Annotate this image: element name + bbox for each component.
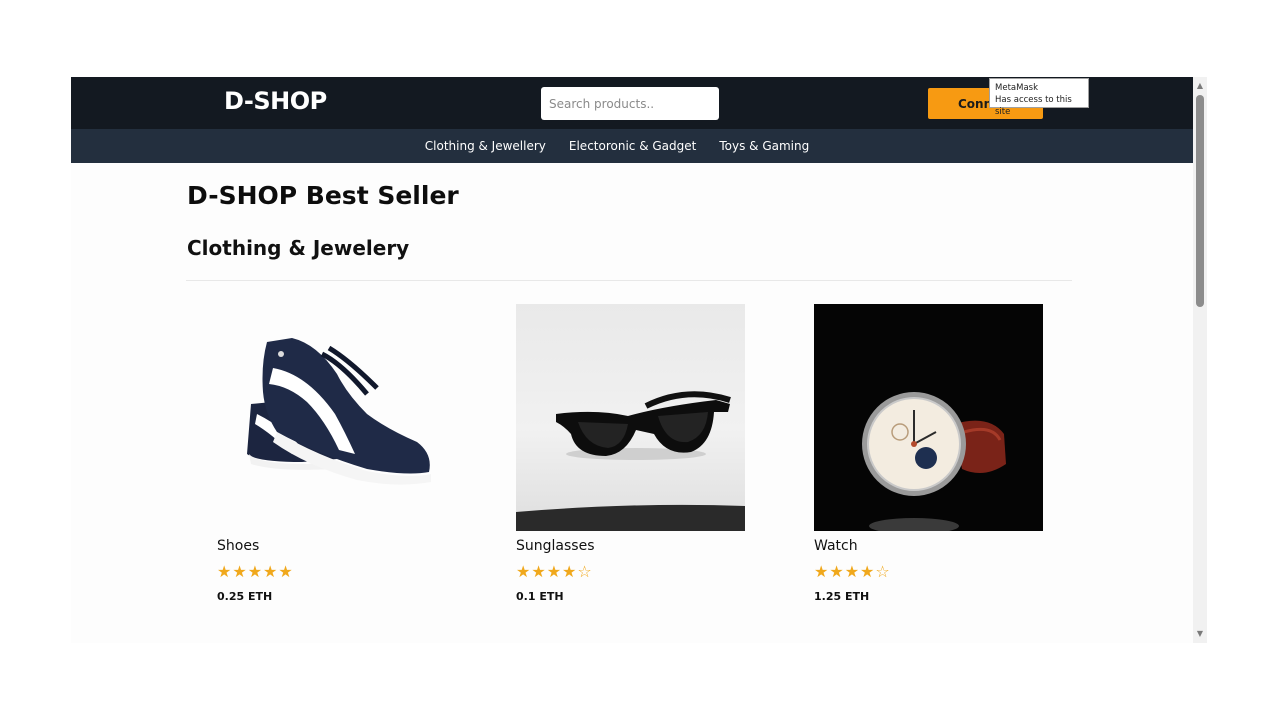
product-price: 1.25 ETH	[814, 590, 870, 603]
page-title: D-SHOP Best Seller	[187, 181, 459, 210]
product-card[interactable]: Sunglasses ★ ★ ★ ★ ☆ 0.1 ETH	[516, 304, 746, 603]
watch-photo	[862, 392, 1006, 531]
product-name[interactable]: Shoes	[217, 538, 259, 554]
tooltip-text: Has access to this site	[995, 95, 1072, 117]
nav-item-clothing-jewellery[interactable]: Clothing & Jewellery	[425, 139, 546, 153]
product-name[interactable]: Watch	[814, 538, 858, 554]
browser-viewport: D-SHOP Conn Clothing & Jewellery Elector…	[71, 77, 1207, 643]
sunglasses-photo	[516, 391, 745, 531]
product-card[interactable]: Shoes ★ ★ ★ ★ ★ 0.25 ETH	[217, 304, 447, 603]
product-price: 0.1 ETH	[516, 590, 564, 603]
scroll-down-arrow-icon[interactable]: ▼	[1193, 627, 1207, 641]
star-filled-icon: ★	[860, 562, 875, 581]
product-image[interactable]	[814, 304, 1043, 531]
product-card[interactable]: Watch ★ ★ ★ ★ ☆ 1.25 ETH	[814, 304, 1044, 603]
product-rating: ★ ★ ★ ★ ☆	[516, 564, 592, 580]
star-filled-icon: ★	[829, 562, 844, 581]
star-filled-icon: ★	[217, 562, 232, 581]
star-filled-icon: ★	[814, 562, 829, 581]
star-filled-icon: ★	[232, 562, 247, 581]
star-filled-icon: ★	[562, 562, 577, 581]
star-filled-icon: ★	[531, 562, 546, 581]
scrollbar-thumb[interactable]	[1196, 95, 1204, 307]
product-price: 0.25 ETH	[217, 590, 273, 603]
site-logo[interactable]: D-SHOP	[224, 87, 327, 115]
sneaker-photo	[247, 338, 431, 485]
product-image[interactable]	[217, 304, 446, 531]
category-nav: Clothing & Jewellery Electoronic & Gadge…	[71, 129, 1193, 163]
star-filled-icon: ★	[844, 562, 860, 581]
nav-item-toys-gaming[interactable]: Toys & Gaming	[719, 139, 809, 153]
star-filled-icon: ★	[247, 562, 263, 581]
star-empty-icon: ☆	[875, 562, 890, 581]
product-name[interactable]: Sunglasses	[516, 538, 594, 554]
section-title: Clothing & Jewelery	[187, 236, 410, 260]
metamask-tooltip: MetaMask Has access to this site	[989, 78, 1089, 117]
star-filled-icon: ★	[516, 562, 531, 581]
section-divider	[186, 280, 1072, 281]
product-rating: ★ ★ ★ ★ ☆	[814, 564, 890, 580]
product-image[interactable]	[516, 304, 745, 531]
product-rating: ★ ★ ★ ★ ★	[217, 564, 293, 580]
search-input[interactable]	[541, 87, 719, 120]
star-filled-icon: ★	[278, 562, 293, 581]
tooltip-title: MetaMask	[995, 83, 1038, 93]
nav-item-electronic-gadget[interactable]: Electoronic & Gadget	[569, 139, 696, 153]
vertical-scrollbar[interactable]: ▲ ▼	[1193, 77, 1207, 643]
scroll-up-arrow-icon[interactable]: ▲	[1193, 79, 1207, 93]
star-empty-icon: ☆	[577, 562, 592, 581]
star-filled-icon: ★	[546, 562, 562, 581]
star-filled-icon: ★	[263, 562, 278, 581]
